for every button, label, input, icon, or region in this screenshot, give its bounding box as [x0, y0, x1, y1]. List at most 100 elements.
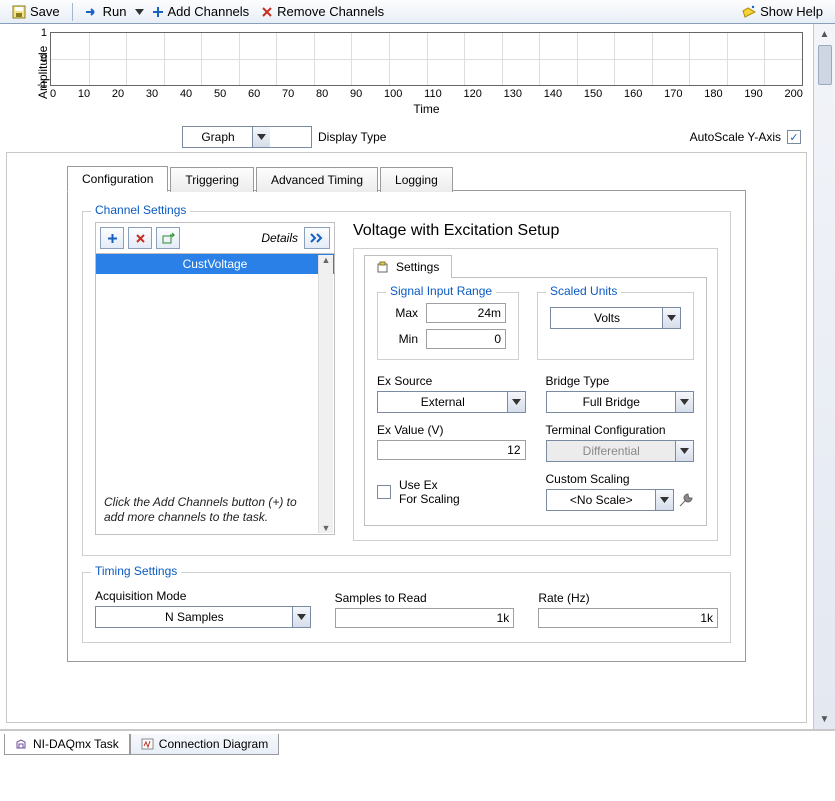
ex-source-combo[interactable]: External: [377, 391, 526, 413]
terminal-config-combo[interactable]: Differential: [546, 440, 695, 462]
save-button[interactable]: Save: [6, 2, 66, 21]
settings-subtab[interactable]: Settings: [364, 255, 452, 278]
run-dropdown[interactable]: [133, 5, 146, 18]
settings-icon: [377, 261, 390, 273]
scaled-units-combo[interactable]: Volts: [550, 307, 681, 329]
diagram-icon: [141, 738, 154, 750]
acq-mode-combo[interactable]: N Samples: [95, 606, 311, 628]
display-type-combo[interactable]: Graph: [182, 126, 312, 148]
ex-value-label: Ex Value (V): [377, 423, 526, 437]
min-label: Min: [390, 332, 418, 346]
bottom-tab-bar: NI-DAQmx Task Connection Diagram: [0, 730, 835, 756]
channel-settings-legend: Channel Settings: [91, 203, 190, 217]
x-icon: [135, 233, 146, 244]
ex-value-input[interactable]: [377, 440, 526, 460]
signal-input-legend: Signal Input Range: [386, 284, 496, 298]
rate-label: Rate (Hz): [538, 591, 718, 605]
tab-triggering[interactable]: Triggering: [170, 167, 254, 192]
add-channels-label: Add Channels: [168, 4, 250, 19]
plus-icon: [152, 6, 164, 18]
tab-logging[interactable]: Logging: [380, 167, 453, 192]
tab-advanced-timing[interactable]: Advanced Timing: [256, 167, 378, 192]
custom-scaling-label: Custom Scaling: [546, 472, 695, 486]
bottom-tab-diagram-label: Connection Diagram: [159, 737, 268, 751]
chevron-down-icon: [655, 490, 673, 510]
timing-legend: Timing Settings: [91, 564, 181, 578]
run-button[interactable]: Run: [79, 2, 133, 21]
save-icon: [12, 5, 26, 19]
ytick: 0: [33, 53, 47, 65]
remove-channels-button[interactable]: Remove Channels: [255, 2, 390, 21]
channel-list-toolbar: Details: [95, 222, 335, 253]
show-help-button[interactable]: Show Help: [736, 2, 829, 21]
chart-y-ticks: 1 0 -1: [33, 27, 47, 91]
ytick: -1: [33, 79, 47, 91]
chart-x-ticks: 0102030405060708090100110120130140150160…: [50, 86, 803, 100]
samples-input[interactable]: [335, 608, 515, 628]
terminal-config-label: Terminal Configuration: [546, 423, 695, 437]
scaled-units-value: Volts: [551, 311, 663, 325]
channel-list[interactable]: CustVoltage ▲ ▼ Click the Add Channels b…: [95, 253, 335, 535]
export-channel-button[interactable]: [156, 227, 180, 249]
x-icon: [261, 6, 273, 18]
save-label: Save: [30, 4, 60, 19]
bottom-tab-diagram[interactable]: Connection Diagram: [130, 734, 279, 755]
bridge-type-combo[interactable]: Full Bridge: [546, 391, 695, 413]
channel-settings-group: Channel Settings: [82, 211, 731, 556]
run-label: Run: [103, 4, 127, 19]
add-channel-button[interactable]: [100, 227, 124, 249]
channel-list-scrollbar[interactable]: ▲ ▼: [318, 255, 333, 533]
scroll-down-icon[interactable]: ▼: [322, 523, 331, 533]
rate-input[interactable]: [538, 608, 718, 628]
chevron-double-right-icon: [310, 233, 324, 243]
chevron-down-icon: [675, 441, 693, 461]
scroll-up-icon[interactable]: ▲: [818, 27, 832, 41]
toolbar-separator: [72, 3, 73, 21]
config-panel: Configuration Triggering Advanced Timing…: [6, 152, 807, 723]
show-help-label: Show Help: [760, 4, 823, 19]
autoscale-checkbox[interactable]: ✓: [787, 130, 801, 144]
chart-plot-area: 1 0 -1: [50, 32, 803, 86]
graph-panel: Amplitude 1 0 -1 01020304050607080901001…: [0, 24, 835, 730]
task-icon: [15, 738, 28, 750]
scroll-up-icon[interactable]: ▲: [322, 255, 331, 265]
use-ex-scaling-checkbox[interactable]: [377, 485, 391, 499]
settings-subtab-label: Settings: [396, 260, 439, 274]
wrench-icon[interactable]: [678, 492, 694, 508]
remove-channels-label: Remove Channels: [277, 4, 384, 19]
max-label: Max: [390, 306, 418, 320]
use-ex-scaling-label-1: Use Ex: [399, 478, 460, 492]
chevron-down-icon: [675, 392, 693, 412]
setup-title: Voltage with Excitation Setup: [353, 222, 718, 240]
display-type-label: Display Type: [318, 130, 386, 144]
bottom-tab-task[interactable]: NI-DAQmx Task: [4, 734, 130, 755]
ytick: 1: [33, 27, 47, 39]
acq-mode-label: Acquisition Mode: [95, 589, 311, 603]
autoscale-label: AutoScale Y-Axis: [690, 130, 781, 144]
scaled-units-legend: Scaled Units: [546, 284, 621, 298]
channel-hint: Click the Add Channels button (+) to add…: [104, 495, 312, 526]
arrow-right-icon: [85, 6, 99, 18]
chevron-down-icon: [662, 308, 680, 328]
delete-channel-button[interactable]: [128, 227, 152, 249]
display-type-value: Graph: [183, 130, 253, 144]
samples-label: Samples to Read: [335, 591, 515, 605]
channel-list-item-selected[interactable]: CustVoltage: [96, 254, 334, 274]
tab-configuration[interactable]: Configuration: [67, 166, 168, 192]
min-input[interactable]: [426, 329, 506, 349]
chevron-down-icon: [252, 127, 270, 147]
custom-scaling-combo[interactable]: <No Scale>: [546, 489, 675, 511]
scroll-thumb[interactable]: [818, 45, 832, 85]
help-icon: [742, 5, 756, 19]
scroll-down-icon[interactable]: ▼: [818, 712, 832, 726]
bridge-type-label: Bridge Type: [546, 374, 695, 388]
details-expand-button[interactable]: [304, 227, 330, 249]
chevron-down-icon: [292, 607, 310, 627]
main-tabs: Configuration Triggering Advanced Timing…: [67, 165, 746, 191]
plus-icon: [107, 233, 118, 244]
use-ex-scaling-label-2: For Scaling: [399, 492, 460, 506]
max-input[interactable]: [426, 303, 506, 323]
add-channels-button[interactable]: Add Channels: [146, 2, 256, 21]
main-toolbar: Save Run Add Channels Remove Channels Sh…: [0, 0, 835, 24]
vertical-scrollbar[interactable]: ▲ ▼: [813, 24, 835, 729]
